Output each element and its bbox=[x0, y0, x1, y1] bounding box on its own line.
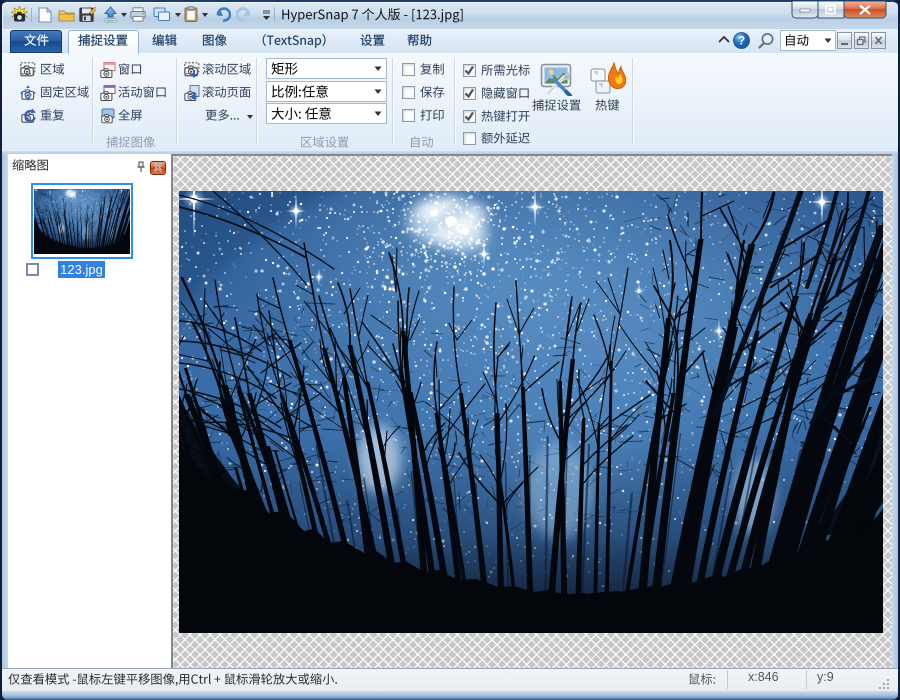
svg-text:?: ? bbox=[738, 36, 745, 48]
